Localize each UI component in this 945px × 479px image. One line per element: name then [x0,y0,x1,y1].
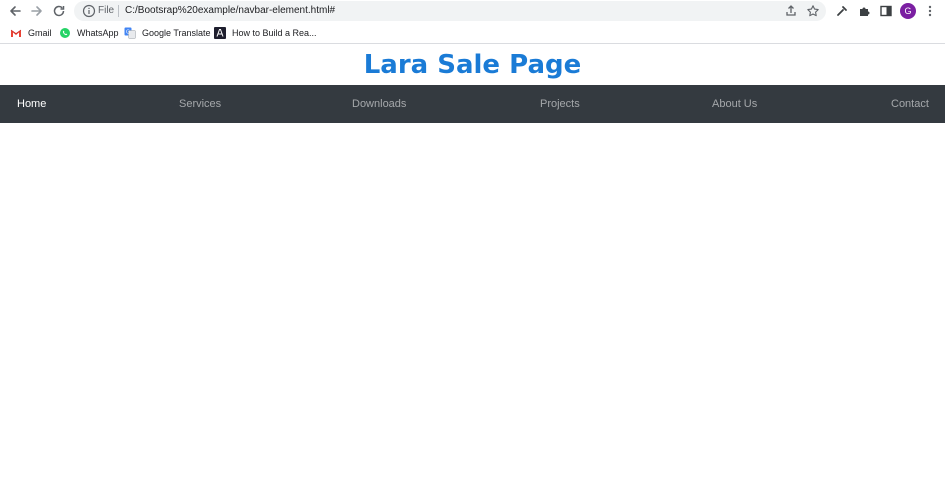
menu-icon[interactable] [921,2,939,20]
forward-icon[interactable] [28,2,46,20]
bookmark-gmail[interactable]: Gmail [10,26,52,40]
bookmark-label: Google Translate [142,28,211,38]
navbar: Home Services Downloads Projects About U… [0,85,945,123]
bookmark-google-translate[interactable]: G Google Translate [124,26,211,40]
omnibox-separator [118,5,119,17]
nav-link-about-us[interactable]: About Us [712,85,757,123]
extensions-icon[interactable] [855,2,873,20]
translate-icon: G [124,27,136,39]
sidepanel-icon[interactable] [877,2,895,20]
page-content: Lara Sale Page Home Services Downloads P… [0,45,945,479]
bookmark-how-to-build[interactable]: How to Build a Rea... [214,26,317,40]
bookmark-site-icon [214,27,226,39]
gmail-icon [10,29,22,37]
share-icon[interactable] [784,4,798,18]
back-icon[interactable] [6,2,24,20]
whatsapp-icon [60,28,70,38]
address-bar[interactable]: File C:/Bootsrap%20example/navbar-elemen… [74,1,826,21]
svg-text:G: G [126,30,130,36]
url-text[interactable]: C:/Bootsrap%20example/navbar-element.htm… [125,4,335,18]
bookmark-label: WhatsApp [77,28,119,38]
nav-link-downloads[interactable]: Downloads [352,85,406,123]
nav-link-home[interactable]: Home [17,85,46,123]
page-title: Lara Sale Page [363,50,582,80]
browser-toolbar: File C:/Bootsrap%20example/navbar-elemen… [0,0,945,22]
bookmark-whatsapp[interactable]: WhatsApp [59,26,119,40]
scheme-label: File [98,5,115,16]
info-icon[interactable] [82,4,96,18]
nav-link-services[interactable]: Services [179,85,221,123]
bookmark-label: Gmail [28,28,52,38]
profile-avatar[interactable]: G [900,3,916,19]
reload-icon[interactable] [50,2,68,20]
bookmarks-bar: Gmail WhatsApp G Google Translate How to… [0,22,945,44]
nav-link-contact[interactable]: Contact [891,85,929,123]
bookmark-label: How to Build a Rea... [232,28,317,38]
eyedropper-icon[interactable] [833,2,851,20]
star-icon[interactable] [806,4,820,18]
nav-link-projects[interactable]: Projects [540,85,580,123]
